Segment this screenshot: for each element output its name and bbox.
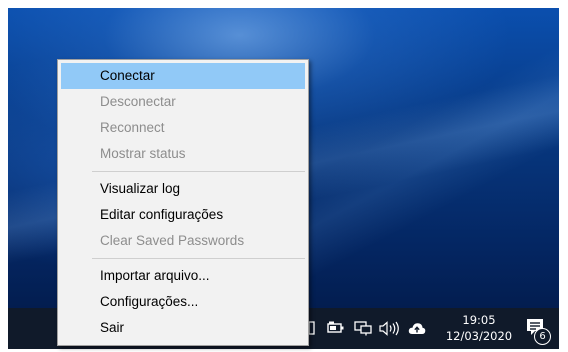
menu-separator	[92, 258, 305, 259]
cloud-icon[interactable]	[408, 322, 426, 338]
action-center-button[interactable]: 6	[525, 317, 551, 345]
menu-item-editar-configuracoes[interactable]: Editar configurações	[61, 202, 305, 228]
network-icon[interactable]	[354, 321, 372, 339]
menu-separator	[92, 171, 305, 172]
menu-item-configuracoes[interactable]: Configurações...	[61, 289, 305, 315]
menu-item-reconnect: Reconnect	[100, 120, 165, 135]
volume-icon[interactable]	[379, 321, 401, 339]
clock-date: 12/03/2020	[445, 329, 513, 343]
menu-item-conectar[interactable]: Conectar	[61, 63, 305, 89]
menu-item-importar-arquivo[interactable]: Importar arquivo...	[61, 263, 305, 289]
notification-count-badge: 6	[534, 328, 551, 345]
system-clock[interactable]: 19:05 12/03/2020	[439, 312, 519, 344]
menu-item-mostrar-status: Mostrar status	[100, 146, 186, 161]
tray-context-menu: Conectar Desconectar Reconnect Mostrar s…	[57, 59, 309, 346]
menu-item-desconectar: Desconectar	[100, 94, 176, 109]
menu-item-sair[interactable]: Sair	[61, 315, 305, 341]
battery-icon[interactable]	[327, 321, 345, 338]
clock-time: 19:05	[462, 313, 496, 327]
menu-item-clear-saved-passwords: Clear Saved Passwords	[100, 233, 245, 248]
tray-app-icon[interactable]	[308, 321, 315, 338]
menu-item-visualizar-log[interactable]: Visualizar log	[61, 176, 305, 202]
